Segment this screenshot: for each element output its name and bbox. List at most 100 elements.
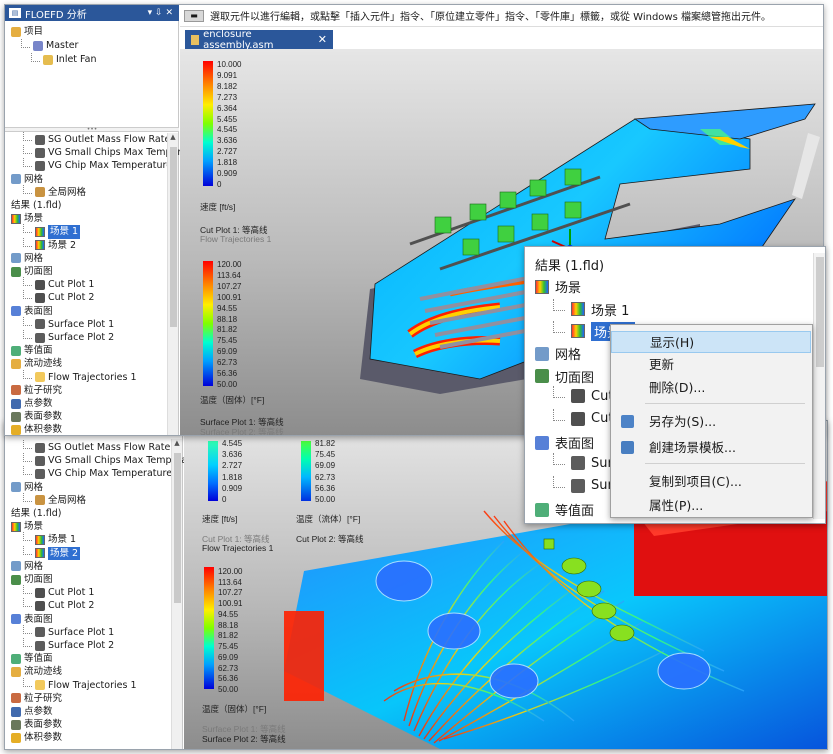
top-b-tree-item[interactable]: Cut Plot 2 [23, 290, 94, 304]
bottom-tree-item[interactable]: 全局网格 [23, 492, 86, 507]
top-b-tree-item[interactable]: 等值面 [11, 344, 53, 357]
scroll-thumb[interactable] [174, 453, 181, 603]
top-a-tree-item[interactable]: 项目 [11, 25, 43, 39]
top-b-tree-item[interactable]: 粒子研究 [11, 384, 62, 397]
tree-connector [23, 132, 32, 142]
bottom-tree-item[interactable]: 表面图 [11, 613, 53, 626]
global-mesh-icon [35, 187, 45, 198]
goal-icon [35, 134, 45, 145]
context-menu-item[interactable]: 复制到项目(C)... [611, 471, 811, 493]
top-b-tree-item[interactable]: Surface Plot 2 [23, 330, 114, 344]
trajectory-icon [11, 358, 21, 369]
context-menu-item[interactable]: 刪除(D)... [611, 377, 811, 399]
top-a-tree-item[interactable]: Master [21, 38, 78, 53]
bottom-tree-item[interactable]: 网格 [11, 560, 43, 573]
top-b-tree-item[interactable]: 全局网格 [23, 184, 86, 199]
tree-item-label: Cut Plot 1 [48, 279, 95, 291]
colorbar-tick-label: 75.45 [218, 642, 239, 652]
context-menu-label: 另存为(S)... [649, 414, 717, 429]
top-b-tree-item[interactable]: 网格 [11, 252, 43, 265]
panel-title-bar: ▤ FLOEFD 分析 ▾ ⇩ ✕ [5, 5, 179, 21]
close-icon[interactable]: ✕ [318, 33, 333, 46]
top-b-tree-item[interactable]: 结果 (1.fld) [11, 199, 62, 212]
bottom-tree-item[interactable]: 结果 (1.fld) [11, 507, 62, 520]
bottom-tree-item[interactable]: 等值面 [11, 652, 53, 665]
top-b-tree-item[interactable]: 点参数 [11, 397, 53, 410]
mesh-icon [535, 346, 549, 361]
bottom-tree-item[interactable]: VG Small Chips Max Tempera [23, 453, 187, 467]
bottom-tree-item[interactable]: Cut Plot 2 [23, 598, 94, 612]
zoom-tree-item[interactable]: 表面图 [535, 433, 594, 452]
bottom-tree-item[interactable]: VG Chip Max Temperature [23, 466, 172, 480]
colorbar-tick-label: 2.727 [217, 147, 238, 157]
top-tree-scrollbar[interactable]: ▲ [167, 133, 178, 435]
top-b-tree-item[interactable]: Cut Plot 1 [23, 277, 95, 291]
panel-controls[interactable]: ▾ ⇩ ✕ [148, 8, 179, 18]
top-b-tree-item[interactable]: Flow Trajectories 1 [23, 369, 137, 384]
top-b-tree-item[interactable]: 场景 1 [23, 224, 81, 239]
menu-bars-icon[interactable]: ▬ [184, 9, 204, 22]
context-menu-item[interactable]: 显示(H) [611, 331, 811, 353]
context-menu-label: 属性(P)... [649, 498, 704, 513]
bottom-tree-item[interactable]: 场景 2 [23, 545, 81, 560]
cut-item-icon [35, 587, 45, 598]
top-b-tree-item[interactable]: 表面参数 [11, 410, 62, 423]
zoom-tree-item[interactable]: Surf [553, 475, 617, 493]
top-b-tree-item[interactable]: 场景 [11, 212, 43, 225]
top-b-tree-item[interactable]: 网格 [11, 173, 43, 186]
bottom-tree-item[interactable]: SG Outlet Mass Flow Rate [23, 440, 170, 454]
goal-icon [35, 468, 45, 479]
tree-connector [553, 321, 565, 334]
bottom-tree-item[interactable]: Cut Plot 1 [23, 585, 94, 599]
scroll-thumb[interactable] [816, 257, 824, 367]
zoom-tree-item[interactable]: 场景 [535, 277, 581, 296]
bottom-tree-item[interactable]: 场景 [11, 520, 43, 533]
zoom-tree-label: 场景 1 [591, 303, 630, 319]
isosurface-icon [11, 345, 21, 356]
top-b-tree-item[interactable]: Surface Plot 1 [23, 316, 114, 331]
zoom-tree-item[interactable]: 結果 (1.fld) [535, 255, 604, 274]
top-b-tree-item[interactable]: 流动迹线 [11, 357, 62, 370]
bottom-tree-item[interactable]: 点参数 [11, 705, 53, 718]
bottom-fluid-colorbar [301, 441, 311, 501]
top-b-tree-item[interactable]: VG Chip Max Temperature [23, 158, 172, 172]
top-b-tree-item[interactable]: 切面图 [11, 265, 53, 278]
scroll-thumb[interactable] [170, 147, 177, 327]
trajectory-item-icon [35, 680, 45, 691]
top-b-tree-item[interactable]: VG Small Chips Max Tempera [23, 145, 187, 159]
bottom-tree-item[interactable]: 粒子研究 [11, 692, 62, 705]
zoom-tree-item[interactable]: 网格 [535, 344, 581, 363]
context-menu-item[interactable]: 創建场景模板... [611, 437, 811, 459]
context-menu-item[interactable]: 属性(P)... [611, 495, 811, 517]
zoom-tree-item[interactable]: 切面图 [535, 367, 594, 386]
bottom-tree-item[interactable]: Surface Plot 1 [23, 624, 114, 639]
bottom-tree-item[interactable]: 场景 1 [23, 532, 76, 546]
colorbar-tick-label: 81.82 [217, 325, 238, 335]
bottom-tree-item[interactable]: 体积参数 [11, 731, 62, 744]
bottom-tree-item[interactable]: Surface Plot 2 [23, 638, 114, 652]
cut-plot-icon [11, 266, 21, 277]
top-b-tree-item[interactable]: 场景 2 [23, 237, 76, 252]
context-menu-item[interactable]: 更新 [611, 354, 811, 376]
bottom-tree-item[interactable]: Flow Trajectories 1 [23, 677, 137, 692]
tree-item-label: 场景 [24, 521, 44, 533]
top-b-tree-item[interactable]: 表面图 [11, 305, 53, 318]
top-a-tree-item[interactable]: Inlet Fan [31, 52, 97, 67]
bottom-tree-scrollbar[interactable]: ▲ [171, 439, 182, 749]
top-b-tree-item[interactable]: 体积参数 [11, 423, 62, 435]
colorbar-tick-label: 56.36 [315, 483, 336, 493]
context-menu-item[interactable]: 另存为(S)... [611, 411, 811, 433]
doc-tab[interactable]: enclosure assembly.asm ✕ [185, 29, 333, 51]
zoom-tree-item[interactable]: Surf [553, 453, 617, 471]
zoom-tree-item[interactable]: 场景 1 [553, 299, 630, 319]
tree-connector [23, 624, 32, 634]
bottom-tree-item[interactable]: 表面参数 [11, 718, 62, 731]
top-b-tree-item[interactable]: SG Outlet Mass Flow Rate [23, 132, 170, 146]
surface-param-icon [11, 411, 21, 422]
zoom-tree-item[interactable]: 等值面 [535, 500, 594, 519]
bottom-tree-item[interactable]: 流动迹线 [11, 665, 62, 678]
bottom-tree-item[interactable]: 切面图 [11, 573, 53, 586]
bottom-tree-item[interactable]: 网格 [11, 481, 43, 494]
bottom-tree-panel: SG Outlet Mass Flow Rate VG Small Chips M… [5, 421, 187, 749]
zoom-scrollbar[interactable] [813, 253, 825, 519]
